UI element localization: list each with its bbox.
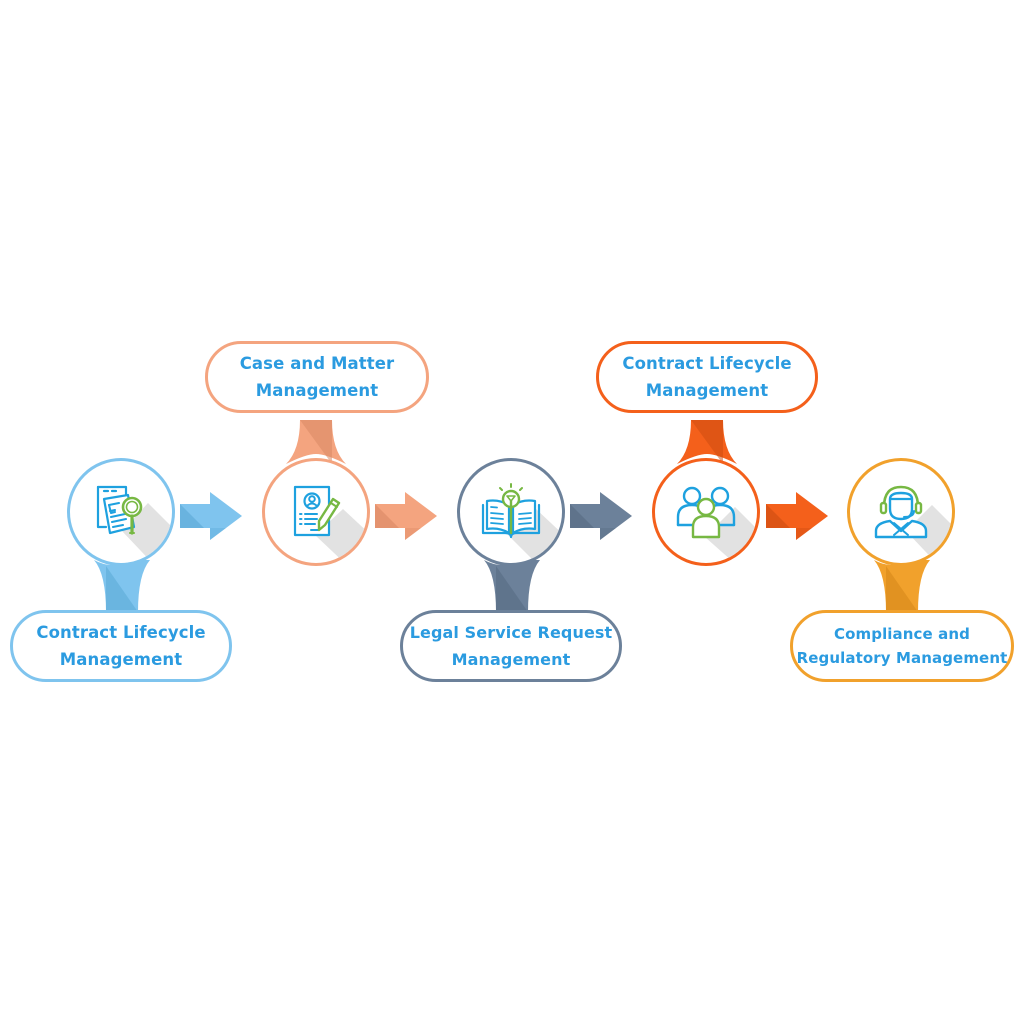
team-group-icon [676, 486, 736, 539]
profile-document-pencil-icon [293, 485, 341, 537]
step-1-label: Contract Lifecycle Management [10, 610, 232, 682]
step-4-label-line2: Management [645, 381, 769, 400]
arrow-2-to-3 [375, 492, 437, 540]
step-5-label: Compliance and Regulatory Management [790, 610, 1014, 682]
step-2-circle [262, 458, 370, 566]
step-3-label-line2: Management [451, 650, 571, 669]
step-1-label-line2: Management [59, 650, 183, 669]
step-3-connector [484, 560, 540, 612]
step-4-label: Contract Lifecycle Management [596, 341, 818, 413]
step-4-circle [652, 458, 760, 566]
document-search-icon [96, 485, 143, 535]
step-1-label-line1: Contract Lifecycle [36, 623, 206, 642]
step-3-label: Legal Service Request Management [400, 610, 622, 682]
step-2-label-line2: Management [255, 381, 379, 400]
process-flow-diagram: Contract Lifecycle Management Case and M [0, 0, 1024, 1024]
step-5-connector [874, 560, 930, 612]
step-2-label-line1: Case and Matter [239, 354, 395, 373]
step-5-label-line1: Compliance and [833, 625, 970, 643]
step-3-label-line1: Legal Service Request [409, 623, 613, 642]
arrow-1-to-2 [180, 492, 242, 540]
step-1-circle [67, 458, 175, 566]
support-agent-headset-icon [874, 485, 928, 539]
step-5-label-line2: Regulatory Management [796, 649, 1008, 667]
arrow-3-to-4 [570, 492, 632, 540]
step-1-connector [94, 560, 150, 612]
step-3-circle [457, 458, 565, 566]
step-2-label: Case and Matter Management [205, 341, 429, 413]
book-lightbulb-icon [481, 483, 541, 539]
step-4-label-line1: Contract Lifecycle [622, 354, 792, 373]
arrow-4-to-5 [766, 492, 828, 540]
step-5-circle [847, 458, 955, 566]
